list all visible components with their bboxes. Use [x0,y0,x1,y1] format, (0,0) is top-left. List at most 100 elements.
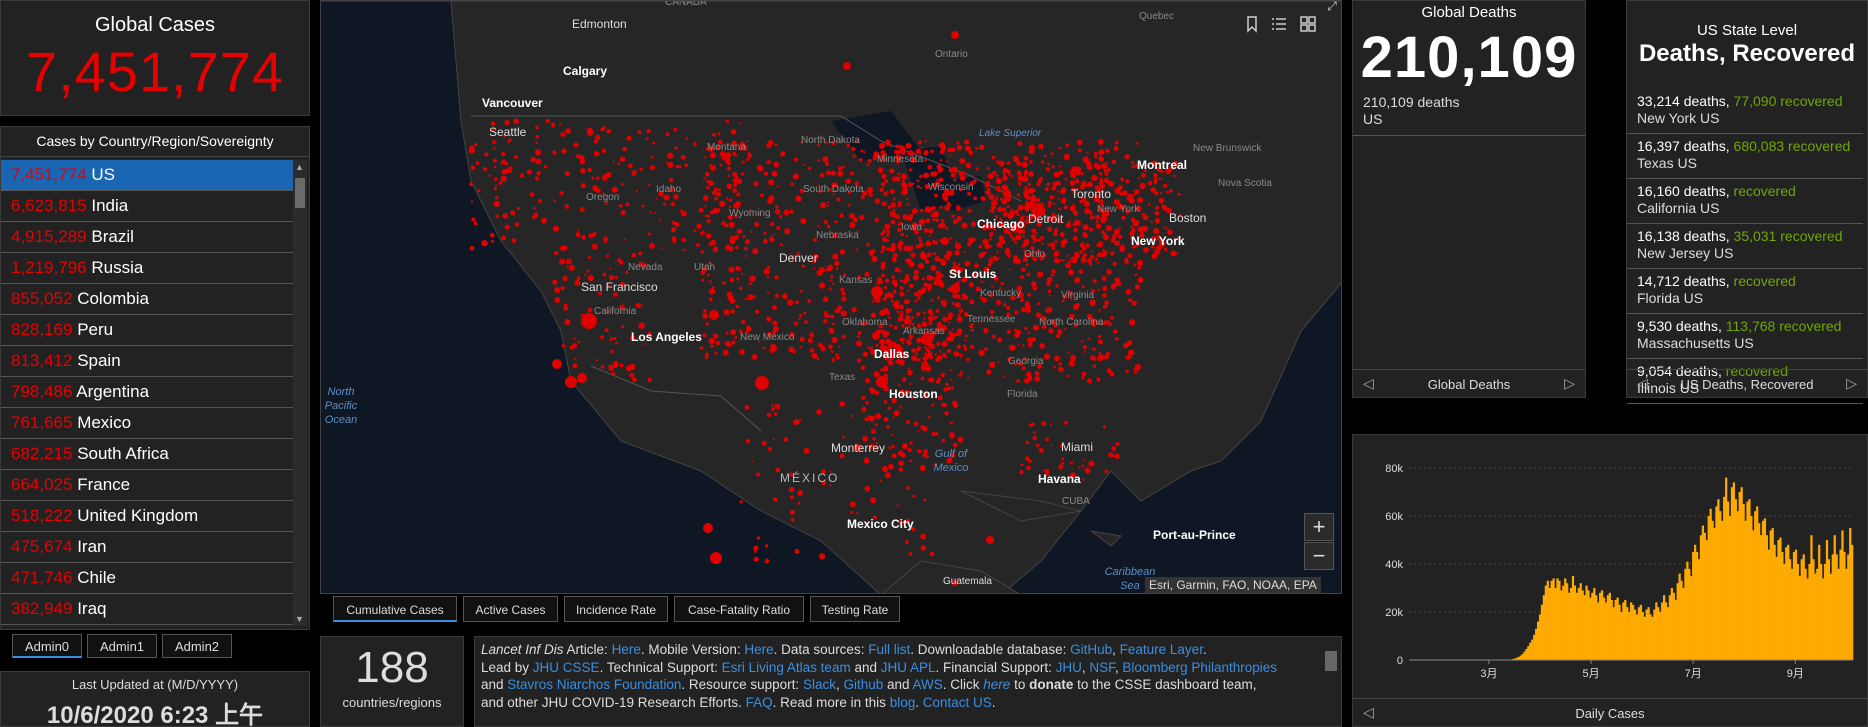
country-row[interactable]: 518,222 United Kingdom [1,501,293,532]
case-marker [1017,141,1023,147]
us-state-row[interactable]: 16,397 deaths, 680,083 recovered Texas US [1627,134,1863,179]
case-marker [1032,285,1038,291]
case-marker [559,123,562,126]
country-name: United Kingdom [77,506,199,525]
case-marker [872,437,876,441]
tab-incidence-rate[interactable]: Incidence Rate [564,596,668,622]
link-esri[interactable]: Esri Living Atlas team [722,660,851,675]
case-marker [1116,200,1120,204]
link-faq[interactable]: FAQ [746,695,773,710]
label-new-york: New York [1131,234,1185,248]
country-list-scrollbar[interactable]: ▲ ▼ [293,160,307,626]
case-marker [1066,374,1069,378]
country-row[interactable]: 471,746 Chile [1,563,293,594]
link-here[interactable]: Here [612,642,641,657]
link-jhu[interactable]: JHU [1056,660,1082,675]
country-row[interactable]: 682,215 South Africa [1,439,293,470]
link-click-here[interactable]: here [983,677,1010,692]
link-stavros[interactable]: Stavros Niarchos Foundation [507,677,681,692]
case-marker [699,346,704,350]
scroll-down-icon[interactable]: ▼ [295,614,304,624]
case-marker [920,186,923,189]
country-row[interactable]: 855,052 Colombia [1,284,293,315]
us-state-row[interactable]: 16,138 deaths, 35,031 recovered New Jerse… [1627,224,1863,269]
expand-icon[interactable]: ⤢ [1319,1,1341,19]
country-row[interactable]: 6,623,815 India [1,191,293,222]
tab-active-cases[interactable]: Active Cases [463,596,558,622]
country-row[interactable]: 382,949 Iraq [1,594,293,625]
link-mobile-here[interactable]: Here [744,642,773,657]
us-state-row[interactable]: 16,160 deaths, recovered California US [1627,179,1863,224]
case-marker [794,548,800,554]
country-row[interactable]: 475,674 Iran [1,532,293,563]
link-feature-layer[interactable]: Feature Layer [1120,642,1203,657]
zoom-in-button[interactable]: + [1304,513,1334,541]
link-github2[interactable]: Github [843,677,883,692]
case-marker [978,244,983,249]
case-marker [834,220,838,224]
case-marker [617,258,622,263]
prev-arrow-icon[interactable]: ◁ [1363,704,1374,721]
global-deaths-item[interactable]: 210,109 deaths US [1363,94,1460,128]
us-state-row[interactable]: 9,530 deaths, 113,768 recovered Massachus… [1627,314,1863,359]
link-blog[interactable]: blog [890,695,916,710]
us-state-row[interactable]: 33,214 deaths, 77,090 recovered New York … [1627,89,1863,134]
case-marker [867,158,872,163]
link-bloomberg[interactable]: Bloomberg Philanthropies [1122,660,1277,675]
bar [1599,592,1602,660]
link-github[interactable]: GitHub [1070,642,1112,657]
state-recovered: 680,083 recovered [1733,138,1851,154]
bookmark-icon[interactable] [1239,11,1265,37]
tab-cumulative-cases[interactable]: Cumulative Cases [333,596,457,622]
map-canvas[interactable] [321,1,1342,594]
case-marker [577,373,587,383]
case-marker [1101,276,1107,281]
case-marker [482,166,487,171]
tab-admin0[interactable]: Admin0 [12,634,82,658]
daily-cases-chart[interactable]: 020k40k60k80k3月 5月 7月 9月 [1353,435,1868,697]
link-slack[interactable]: Slack [803,677,836,692]
next-arrow-icon[interactable]: ▷ [1564,375,1575,392]
country-row[interactable]: 761,665 Mexico [1,408,293,439]
map-view[interactable]: CANADA Edmonton Calgary Vancouver Seattl… [320,0,1342,594]
link-aws[interactable]: AWS [913,677,943,692]
country-row[interactable]: 798,486 Argentina [1,377,293,408]
next-arrow-icon[interactable]: ▷ [1846,375,1857,392]
tab-case-fatality-ratio[interactable]: Case-Fatality Ratio [674,596,804,622]
info-scrollbar[interactable] [1325,651,1337,671]
layer-list-icon[interactable] [1266,11,1292,37]
case-marker [704,356,709,360]
prev-arrow-icon[interactable]: ◁ [1363,375,1374,392]
case-marker [946,348,952,354]
country-row[interactable]: 813,412 Spain [1,346,293,377]
case-marker [1097,252,1103,258]
tab-admin2[interactable]: Admin2 [162,634,232,658]
link-nsf[interactable]: NSF [1089,660,1115,675]
case-marker [884,179,889,184]
us-state-row[interactable]: 14,712 deaths, recovered Florida US [1627,269,1863,314]
scroll-up-icon[interactable]: ▲ [295,162,304,172]
prev-arrow-icon[interactable]: ◁ [1637,375,1648,392]
country-row[interactable]: 7,451,774 US [1,160,293,191]
link-jhu-csse[interactable]: JHU CSSE [533,660,600,675]
scrollbar-thumb[interactable] [295,178,305,208]
case-marker [956,328,963,334]
bar [1812,559,1815,660]
basemap-gallery-icon[interactable] [1295,11,1321,37]
country-row[interactable]: 664,025 France [1,470,293,501]
case-marker [1050,152,1054,156]
tab-testing-rate[interactable]: Testing Rate [810,596,900,622]
country-row[interactable]: 1,219,796 Russia [1,253,293,284]
bar [1719,511,1722,660]
tab-admin1[interactable]: Admin1 [87,634,157,658]
case-marker [940,259,947,266]
case-marker [1068,220,1071,223]
zoom-out-button[interactable]: − [1304,542,1334,570]
country-row[interactable]: 828,169 Peru [1,315,293,346]
bar [1810,535,1813,660]
country-row[interactable]: 4,915,289 Brazil [1,222,293,253]
link-contact[interactable]: Contact US [923,695,992,710]
bar [1589,597,1592,660]
link-jhu-apl[interactable]: JHU APL [881,660,936,675]
link-full-list[interactable]: Full list [868,642,910,657]
